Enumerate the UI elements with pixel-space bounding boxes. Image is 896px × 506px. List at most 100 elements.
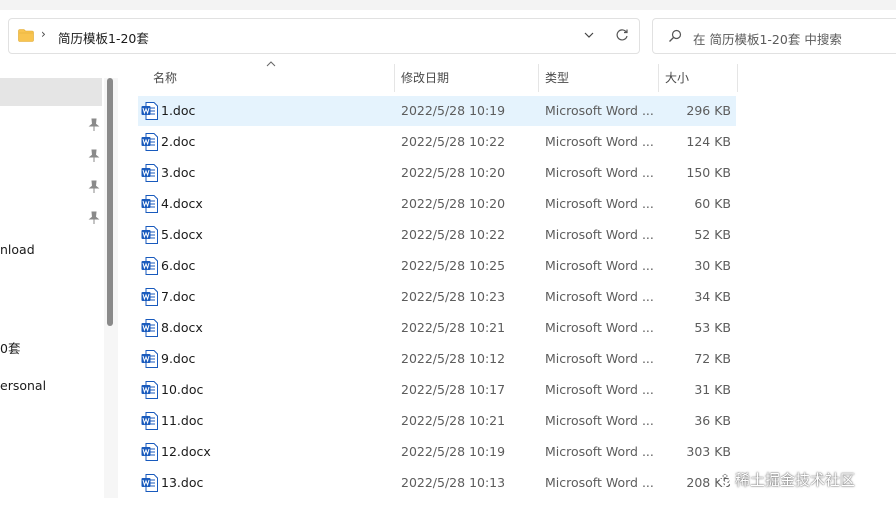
file-type: Microsoft Word ...: [545, 475, 654, 490]
file-row[interactable]: 1.doc 2022/5/28 10:19 Microsoft Word ... 29…: [138, 96, 736, 126]
file-modified-date: 2022/5/28 10:20: [401, 196, 506, 211]
file-row[interactable]: 2.doc 2022/5/28 10:22 Microsoft Word ... 12…: [138, 127, 736, 157]
file-type: Microsoft Word ...: [545, 165, 654, 180]
file-row[interactable]: 13.doc 2022/5/28 10:13 Microsoft Word ... 2…: [138, 468, 736, 498]
word-document-icon: [141, 102, 158, 120]
file-name[interactable]: 6.doc: [161, 258, 195, 273]
file-row[interactable]: 5.docx 2022/5/28 10:22 Microsoft Word ... 5…: [138, 220, 736, 250]
sort-ascending-icon: [266, 61, 276, 67]
pin-icon[interactable]: [88, 180, 100, 194]
chevron-right-icon: ›: [41, 27, 46, 41]
column-divider[interactable]: [658, 64, 659, 92]
file-type: Microsoft Word ...: [545, 444, 654, 459]
column-header-date[interactable]: 修改日期: [401, 64, 449, 92]
pin-icon[interactable]: [88, 211, 100, 225]
file-name[interactable]: 11.doc: [161, 413, 203, 428]
file-row[interactable]: 8.docx 2022/5/28 10:21 Microsoft Word ... 5…: [138, 313, 736, 343]
file-row[interactable]: 12.docx 2022/5/28 10:19 Microsoft Word ...…: [138, 437, 736, 467]
file-modified-date: 2022/5/28 10:21: [401, 320, 506, 335]
refresh-icon[interactable]: [614, 27, 630, 43]
watermark-text: 稀土掘金技术社区: [735, 471, 856, 489]
column-divider[interactable]: [737, 64, 738, 92]
word-document-icon: [141, 381, 158, 399]
file-name[interactable]: 8.docx: [161, 320, 203, 335]
column-header-name[interactable]: 名称: [153, 64, 177, 92]
file-name[interactable]: 5.docx: [161, 227, 203, 242]
search-input[interactable]: 在 简历模板1-20套 中搜索: [693, 29, 842, 48]
word-document-icon: [141, 195, 158, 213]
file-row[interactable]: 10.doc 2022/5/28 10:17 Microsoft Word ... 3…: [138, 375, 736, 405]
word-document-icon: [141, 319, 158, 337]
juejin-logo-icon: [718, 473, 732, 487]
column-headers: 名称 修改日期 类型 大小: [138, 61, 738, 92]
word-document-icon: [141, 226, 158, 244]
file-size: 72 KB: [694, 351, 731, 366]
file-type: Microsoft Word ...: [545, 258, 654, 273]
file-name[interactable]: 1.doc: [161, 103, 195, 118]
word-document-icon: [141, 443, 158, 461]
file-name[interactable]: 4.docx: [161, 196, 203, 211]
file-modified-date: 2022/5/28 10:19: [401, 103, 506, 118]
file-modified-date: 2022/5/28 10:19: [401, 444, 506, 459]
file-type: Microsoft Word ...: [545, 227, 654, 242]
file-row[interactable]: 7.doc 2022/5/28 10:23 Microsoft Word ... 34…: [138, 282, 736, 312]
file-size: 52 KB: [694, 227, 731, 242]
word-document-icon: [141, 412, 158, 430]
word-document-icon: [141, 257, 158, 275]
nav-scrollbar-thumb[interactable]: [107, 78, 113, 326]
file-row[interactable]: 3.doc 2022/5/28 10:20 Microsoft Word ... 15…: [138, 158, 736, 188]
file-modified-date: 2022/5/28 10:25: [401, 258, 506, 273]
file-size: 124 KB: [686, 134, 731, 149]
nav-item-download[interactable]: nload: [0, 242, 35, 257]
navigation-pane: nload 0套 ersonal: [0, 64, 104, 506]
breadcrumb[interactable]: 简历模板1-20套: [58, 28, 149, 47]
column-divider[interactable]: [538, 64, 539, 92]
file-size: 31 KB: [694, 382, 731, 397]
file-modified-date: 2022/5/28 10:22: [401, 134, 506, 149]
file-name[interactable]: 7.doc: [161, 289, 195, 304]
folder-icon: [18, 29, 34, 42]
nav-scrollbar[interactable]: [104, 78, 118, 498]
nav-item-selected[interactable]: [0, 78, 102, 106]
file-modified-date: 2022/5/28 10:17: [401, 382, 506, 397]
file-name[interactable]: 10.doc: [161, 382, 203, 397]
file-size: 53 KB: [694, 320, 731, 335]
word-document-icon: [141, 288, 158, 306]
file-name[interactable]: 12.docx: [161, 444, 211, 459]
pin-icon[interactable]: [88, 149, 100, 163]
word-document-icon: [141, 350, 158, 368]
file-modified-date: 2022/5/28 10:23: [401, 289, 506, 304]
file-name[interactable]: 13.doc: [161, 475, 203, 490]
file-size: 36 KB: [694, 413, 731, 428]
column-header-size[interactable]: 大小: [665, 64, 689, 92]
file-row[interactable]: 6.doc 2022/5/28 10:25 Microsoft Word ... 30…: [138, 251, 736, 281]
file-modified-date: 2022/5/28 10:22: [401, 227, 506, 242]
file-row[interactable]: 9.doc 2022/5/28 10:12 Microsoft Word ... 72…: [138, 344, 736, 374]
file-size: 34 KB: [694, 289, 731, 304]
file-size: 150 KB: [686, 165, 731, 180]
file-modified-date: 2022/5/28 10:21: [401, 413, 506, 428]
word-document-icon: [141, 164, 158, 182]
search-box[interactable]: 在 简历模板1-20套 中搜索: [652, 18, 896, 54]
file-name[interactable]: 3.doc: [161, 165, 195, 180]
file-modified-date: 2022/5/28 10:20: [401, 165, 506, 180]
file-type: Microsoft Word ...: [545, 196, 654, 211]
file-type: Microsoft Word ...: [545, 382, 654, 397]
file-size: 296 KB: [686, 103, 731, 118]
column-divider[interactable]: [394, 64, 395, 92]
file-row[interactable]: 11.doc 2022/5/28 10:21 Microsoft Word ... 3…: [138, 406, 736, 436]
chevron-down-icon[interactable]: [582, 28, 596, 42]
file-row[interactable]: 4.docx 2022/5/28 10:20 Microsoft Word ... 6…: [138, 189, 736, 219]
file-modified-date: 2022/5/28 10:13: [401, 475, 506, 490]
file-size: 30 KB: [694, 258, 731, 273]
nav-item-folder[interactable]: 0套: [0, 338, 20, 357]
address-bar[interactable]: › 简历模板1-20套: [8, 18, 640, 54]
pin-icon[interactable]: [88, 118, 100, 132]
file-type: Microsoft Word ...: [545, 413, 654, 428]
nav-item-personal[interactable]: ersonal: [0, 378, 46, 393]
file-name[interactable]: 2.doc: [161, 134, 195, 149]
window-top-strip: [0, 0, 896, 10]
search-icon: [669, 29, 682, 42]
file-name[interactable]: 9.doc: [161, 351, 195, 366]
column-header-type[interactable]: 类型: [545, 64, 569, 92]
